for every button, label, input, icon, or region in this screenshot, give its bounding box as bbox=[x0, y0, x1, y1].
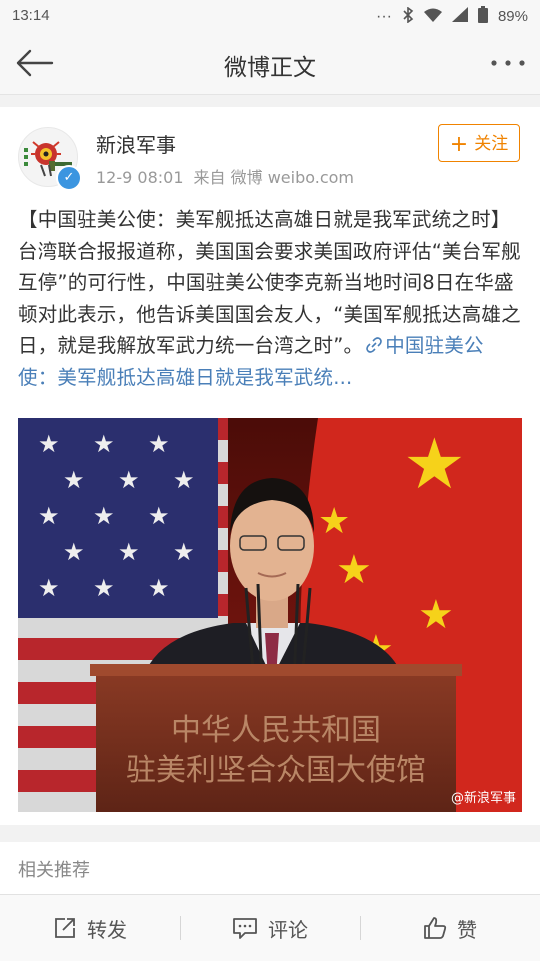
link-icon bbox=[366, 337, 382, 353]
status-time: 13:14 bbox=[12, 7, 50, 24]
repost-icon bbox=[55, 918, 75, 938]
bluetooth-icon bbox=[402, 5, 414, 27]
battery-percent: 89% bbox=[497, 8, 528, 25]
username[interactable]: 新浪军事 bbox=[96, 129, 176, 158]
post-text: 【中国驻美公使：美军舰抵达高雄日就是我军武统之时】台湾联合报报道称，美国国会要求… bbox=[18, 204, 523, 393]
svg-text:★: ★ bbox=[318, 501, 350, 542]
svg-text:★: ★ bbox=[93, 502, 115, 530]
status-icons: ··· 89% bbox=[375, 5, 528, 27]
status-bar: 13:14 ··· 89% bbox=[0, 0, 540, 32]
more-button[interactable] bbox=[490, 54, 526, 72]
bottom-toolbar: 转发 评论 赞 bbox=[0, 894, 540, 961]
thumbs-up-icon bbox=[424, 917, 447, 939]
weibo-post: ✓ 新浪军事 12-9 08:01 来自 微博 weibo.com + 关注 【中国… bbox=[0, 107, 540, 825]
plus-icon: + bbox=[449, 132, 469, 157]
svg-text:★: ★ bbox=[38, 430, 60, 458]
svg-text:★: ★ bbox=[418, 592, 454, 638]
svg-text:★: ★ bbox=[38, 574, 60, 602]
svg-text:★: ★ bbox=[93, 574, 115, 602]
more-dots-icon bbox=[491, 60, 525, 66]
podium-line1: 中华人民共和国 bbox=[171, 713, 381, 748]
svg-text:★: ★ bbox=[93, 430, 115, 458]
comment-label: 评论 bbox=[268, 917, 308, 942]
svg-text:★: ★ bbox=[118, 538, 140, 566]
podium-line2: 驻美利坚合众国大使馆 bbox=[126, 753, 426, 788]
comment-icon bbox=[233, 918, 257, 939]
related-label: 相关推荐 bbox=[18, 860, 90, 881]
follow-button[interactable]: + 关注 bbox=[438, 124, 520, 162]
comment-button[interactable]: 评论 bbox=[180, 895, 360, 961]
svg-text:★: ★ bbox=[63, 466, 85, 494]
wifi-icon bbox=[423, 8, 442, 26]
repost-label: 转发 bbox=[87, 917, 127, 942]
like-label: 赞 bbox=[457, 917, 477, 942]
ambassador-photo: ★★★ ★★★ ★★★ ★★★ ★★★ ★ ★ ★ ★ ★ bbox=[18, 418, 522, 812]
svg-text:★: ★ bbox=[173, 466, 195, 494]
image-watermark: @新浪军事 bbox=[451, 790, 516, 806]
svg-text:★: ★ bbox=[38, 502, 60, 530]
podium: 中华人民共和国 驻美利坚合众国大使馆 bbox=[90, 664, 462, 812]
svg-text:★: ★ bbox=[148, 574, 170, 602]
like-button[interactable]: 赞 bbox=[360, 895, 540, 961]
svg-text:★: ★ bbox=[403, 423, 466, 505]
nav-bar: 微博正文 bbox=[0, 32, 540, 95]
svg-text:★: ★ bbox=[118, 466, 140, 494]
svg-text:★: ★ bbox=[336, 547, 372, 593]
svg-text:★: ★ bbox=[148, 502, 170, 530]
post-source: 来自 微博 weibo.com bbox=[193, 168, 354, 187]
repost-button[interactable]: 转发 bbox=[0, 895, 180, 961]
battery-icon bbox=[477, 6, 488, 27]
svg-text:★: ★ bbox=[173, 538, 195, 566]
post-time: 12-9 08:01 bbox=[96, 168, 184, 187]
follow-label: 关注 bbox=[474, 134, 509, 154]
more-notifications-icon: ··· bbox=[375, 7, 392, 25]
post-meta: 12-9 08:01 来自 微博 weibo.com bbox=[96, 164, 354, 188]
page-title: 微博正文 bbox=[224, 55, 316, 81]
signal-icon bbox=[451, 7, 468, 26]
svg-text:★: ★ bbox=[63, 538, 85, 566]
verified-badge-icon: ✓ bbox=[56, 165, 82, 191]
related-section: 相关推荐 bbox=[0, 842, 540, 894]
post-image[interactable]: ★★★ ★★★ ★★★ ★★★ ★★★ ★ ★ ★ ★ ★ bbox=[18, 418, 522, 812]
svg-text:★: ★ bbox=[148, 430, 170, 458]
